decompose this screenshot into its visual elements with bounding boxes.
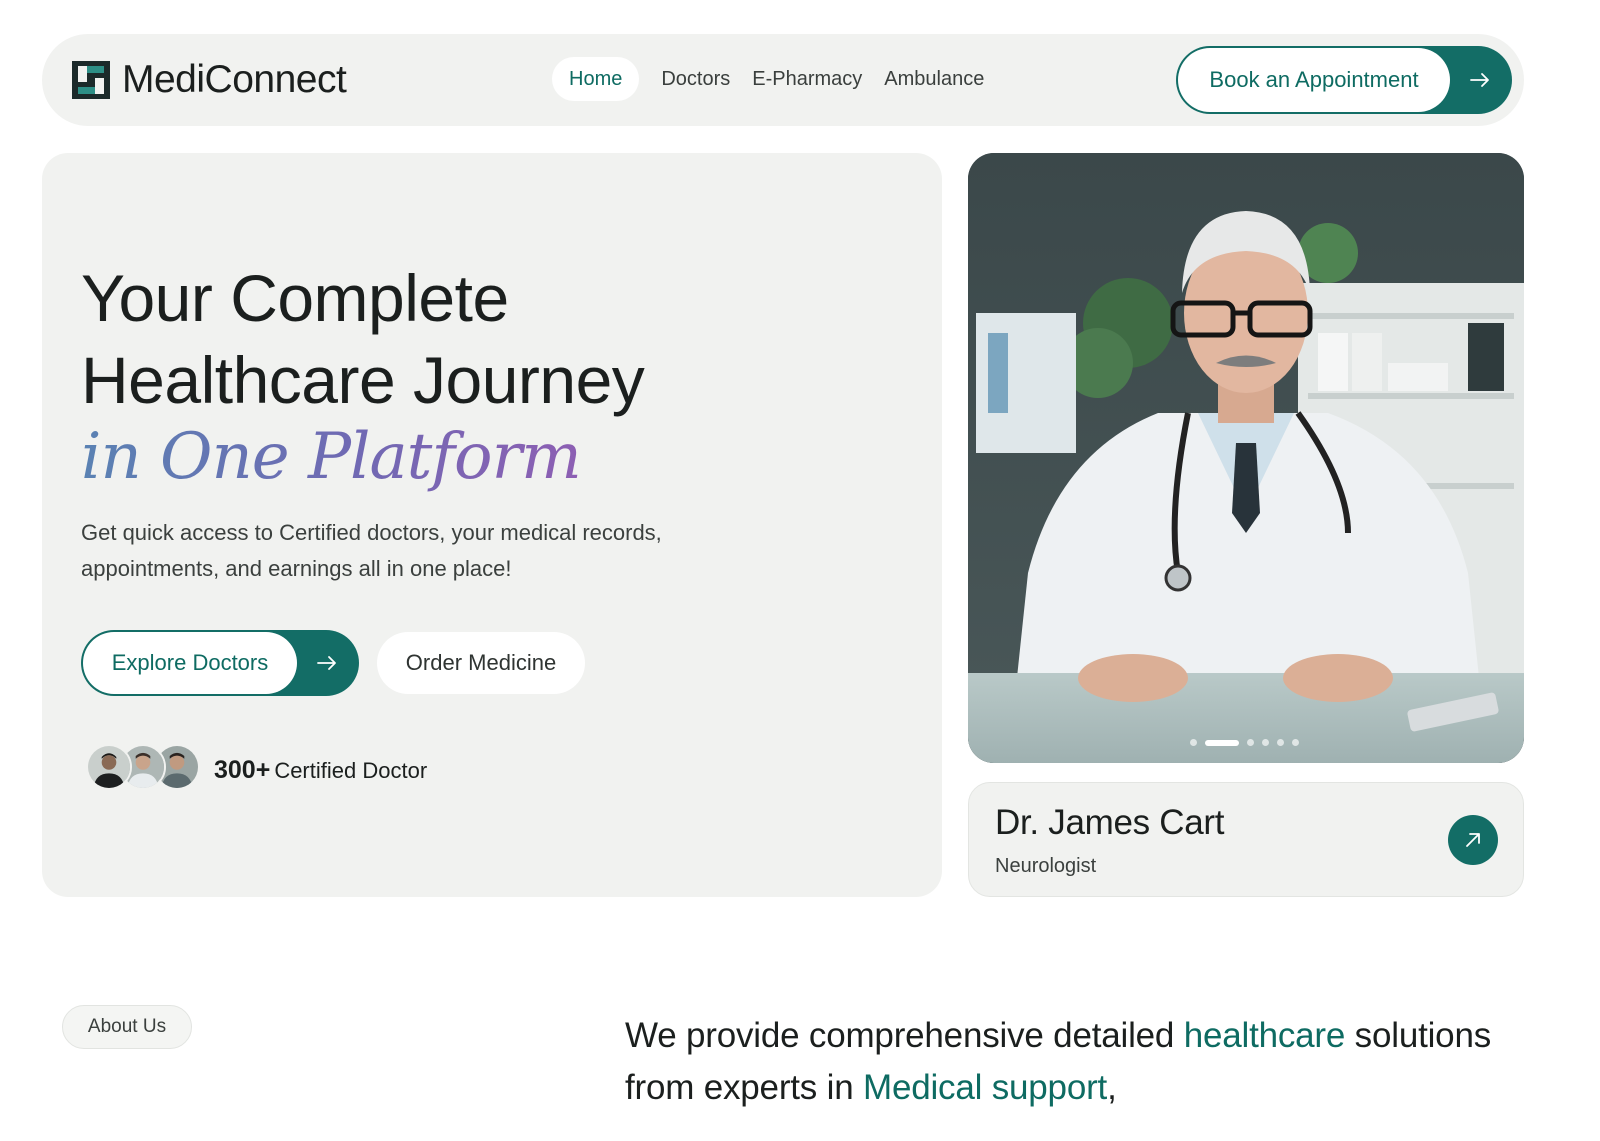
- main-nav: Home Doctors E-Pharmacy Ambulance: [552, 57, 995, 101]
- brand-name: MediConnect: [122, 58, 347, 101]
- nav-ambulance[interactable]: Ambulance: [873, 57, 995, 101]
- doctor-avatars: [86, 744, 206, 792]
- hero-title: Your Complete Healthcare Journey: [81, 257, 645, 421]
- nav-e-pharmacy[interactable]: E-Pharmacy: [741, 57, 873, 101]
- hero-title-line-2: Healthcare Journey: [81, 343, 645, 417]
- doctor-count-number: 300+: [214, 756, 271, 784]
- doctor-count-label: Certified Doctor: [274, 758, 428, 783]
- about-text-part-1: We provide comprehensive detailed: [625, 1016, 1184, 1055]
- arrow-up-right-icon: [1466, 833, 1480, 847]
- top-navbar: MediConnect Home Doctors E-Pharmacy Ambu…: [42, 34, 1524, 126]
- hero-title-line-1: Your Complete: [81, 261, 509, 335]
- carousel-dot[interactable]: [1190, 739, 1197, 746]
- about-text: We provide comprehensive detailed health…: [625, 1010, 1525, 1114]
- explore-doctors-button[interactable]: Explore Doctors: [81, 630, 359, 696]
- about-text-part-3: ,: [1107, 1068, 1117, 1107]
- brand-logo[interactable]: MediConnect: [72, 58, 347, 101]
- hero-description: Get quick access to Certified doctors, y…: [81, 520, 662, 581]
- carousel-indicator: [1190, 739, 1307, 746]
- book-appointment-button[interactable]: Book an Appointment: [1176, 46, 1512, 114]
- about-text-highlight-1: healthcare: [1183, 1016, 1346, 1055]
- doctor-profile-link-button[interactable]: [1448, 815, 1498, 865]
- doctor-specialty: Neurologist: [995, 855, 1097, 877]
- featured-doctor-card[interactable]: Dr. James Cart Neurologist: [968, 782, 1524, 897]
- doctor-photo-carousel[interactable]: [968, 153, 1524, 763]
- nav-doctors[interactable]: Doctors: [650, 57, 741, 101]
- carousel-dot[interactable]: [1292, 739, 1299, 746]
- carousel-dot[interactable]: [1247, 739, 1254, 746]
- about-us-pill: About Us: [62, 1005, 192, 1049]
- explore-doctors-label: Explore Doctors: [83, 632, 297, 694]
- nav-home[interactable]: Home: [552, 57, 640, 101]
- hero-section: Your Complete Healthcare Journey in One …: [42, 153, 942, 897]
- book-appointment-label: Book an Appointment: [1178, 48, 1450, 112]
- doctor-photo: [968, 153, 1524, 763]
- order-medicine-button[interactable]: Order Medicine: [377, 632, 585, 694]
- logo-mark-icon: [72, 61, 110, 99]
- carousel-dot[interactable]: [1277, 739, 1284, 746]
- hero-title-italic: in One Platform: [81, 417, 582, 497]
- arrow-right-icon: [1470, 73, 1489, 87]
- carousel-dot-active[interactable]: [1205, 739, 1239, 746]
- about-text-highlight-2: Medical support: [863, 1068, 1108, 1107]
- carousel-dot[interactable]: [1262, 739, 1269, 746]
- certified-doctor-count: 300+ Certified Doctor: [214, 753, 427, 791]
- arrow-right-icon: [317, 656, 336, 670]
- doctor-name: Dr. James Cart: [995, 803, 1225, 842]
- avatar: [86, 744, 132, 790]
